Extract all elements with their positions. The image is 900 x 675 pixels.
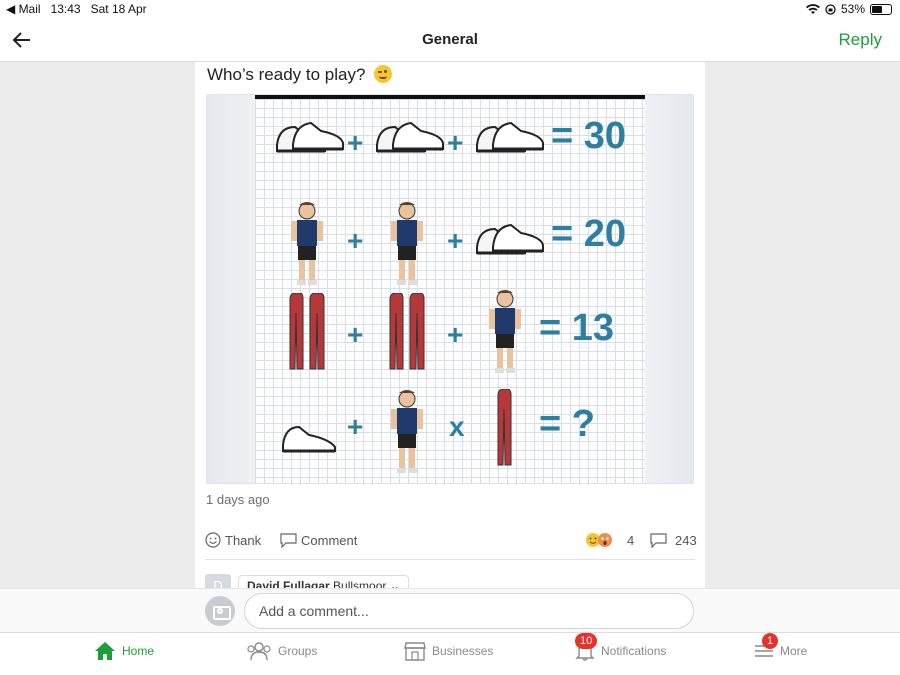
page-title: General bbox=[422, 31, 478, 48]
post-text: Who’s ready to play? bbox=[207, 65, 393, 85]
plus-sign: + bbox=[447, 127, 464, 158]
store-icon bbox=[404, 642, 426, 661]
comment-label: Comment bbox=[301, 532, 358, 548]
plus-sign: + bbox=[447, 319, 464, 350]
lifting-straps-icon bbox=[289, 293, 325, 370]
puzzle-image: + + = 30 + + = 20 + + = 13 + x = ? bbox=[255, 95, 645, 483]
puzzle-row-2: + + = 20 bbox=[255, 199, 645, 289]
tab-bar: Home Groups Businesses 10 Notifications … bbox=[0, 632, 900, 675]
thank-label: Thank bbox=[225, 532, 262, 548]
reactions-summary[interactable]: 4 bbox=[585, 532, 634, 548]
status-date: Sat 18 Apr bbox=[90, 2, 147, 16]
comment-bubble-icon bbox=[280, 533, 297, 548]
equation-result: = 20 bbox=[551, 213, 627, 255]
reaction-emojis-icon bbox=[586, 533, 612, 547]
equation-result: = 13 bbox=[539, 307, 615, 349]
more-badge: 1 bbox=[762, 633, 779, 649]
comments-count-link[interactable]: 243 bbox=[650, 532, 697, 548]
multiply-sign: x bbox=[449, 411, 465, 442]
comment-button[interactable]: Comment bbox=[280, 532, 357, 548]
plus-sign: + bbox=[347, 319, 364, 350]
plus-sign: + bbox=[347, 127, 364, 158]
tab-more[interactable]: 1 More bbox=[754, 633, 808, 661]
reply-button[interactable]: Reply bbox=[839, 30, 882, 50]
smiley-icon bbox=[205, 532, 221, 548]
menu-icon-wrap: 1 bbox=[754, 633, 779, 661]
battery-percent: 53% bbox=[840, 2, 865, 16]
comments-count: 243 bbox=[675, 532, 697, 548]
single-sneaker-icon bbox=[282, 425, 336, 453]
tab-more-label: More bbox=[780, 644, 808, 658]
man-figure-icon bbox=[291, 202, 323, 285]
post-image[interactable]: + + = 30 + + = 20 + + = 13 + x = ? bbox=[206, 94, 694, 484]
sneakers-icon bbox=[276, 121, 344, 153]
man-figure-icon bbox=[391, 202, 423, 285]
comment-bar bbox=[0, 588, 900, 632]
comment-input[interactable] bbox=[244, 593, 694, 629]
plus-sign: + bbox=[447, 225, 464, 256]
lifting-straps-icon bbox=[389, 293, 425, 370]
tab-notifications-label: Notifications bbox=[601, 644, 667, 658]
puzzle-row-1: + + = 30 bbox=[255, 105, 645, 195]
single-strap-icon bbox=[497, 389, 512, 466]
tab-notifications[interactable]: 10 Notifications bbox=[575, 633, 667, 661]
post-timestamp: 1 days ago bbox=[206, 492, 270, 507]
plus-sign: + bbox=[347, 411, 364, 442]
status-time: 13:43 bbox=[50, 2, 81, 16]
plus-sign: + bbox=[347, 225, 364, 256]
notifications-badge: 10 bbox=[575, 633, 598, 649]
tab-home[interactable]: Home bbox=[94, 641, 154, 661]
tab-businesses[interactable]: Businesses bbox=[404, 641, 493, 661]
man-figure-icon bbox=[391, 390, 423, 473]
sneakers-icon bbox=[376, 121, 444, 153]
battery-icon bbox=[870, 3, 892, 15]
sneakers-icon bbox=[476, 223, 544, 255]
reactions-count: 4 bbox=[627, 532, 635, 548]
tab-businesses-label: Businesses bbox=[432, 644, 494, 658]
tab-home-label: Home bbox=[122, 644, 155, 658]
divider bbox=[205, 559, 695, 560]
camera-icon[interactable] bbox=[205, 596, 235, 626]
groups-icon bbox=[247, 642, 271, 661]
post-message: Who’s ready to play? bbox=[207, 65, 366, 84]
post-card: Who’s ready to play? + + = 30 + + = 20 +… bbox=[195, 62, 705, 590]
puzzle-row-4: + x = ? bbox=[255, 389, 645, 479]
back-to-mail[interactable]: ◀ Mail bbox=[6, 2, 41, 16]
post-actions: Thank Comment 4 243 bbox=[205, 532, 697, 556]
nav-bar: General Reply bbox=[0, 18, 900, 62]
equation-result: = ? bbox=[539, 403, 595, 445]
comment-bubble-icon bbox=[650, 533, 667, 548]
sneakers-icon bbox=[476, 121, 544, 153]
status-bar: ◀ Mail 13:43 Sat 18 Apr 53% bbox=[0, 0, 900, 18]
orientation-lock-icon bbox=[825, 3, 836, 15]
tab-groups-label: Groups bbox=[278, 644, 318, 658]
bell-icon-wrap: 10 bbox=[575, 633, 598, 661]
tab-groups[interactable]: Groups bbox=[246, 641, 317, 661]
puzzle-row-3: + + = 13 bbox=[255, 290, 645, 381]
home-icon bbox=[95, 642, 115, 660]
thank-button[interactable]: Thank bbox=[205, 532, 261, 548]
wifi-icon bbox=[805, 3, 820, 14]
winking-face-icon bbox=[374, 65, 393, 83]
man-figure-icon bbox=[489, 290, 521, 373]
equation-result: = 30 bbox=[551, 115, 627, 157]
